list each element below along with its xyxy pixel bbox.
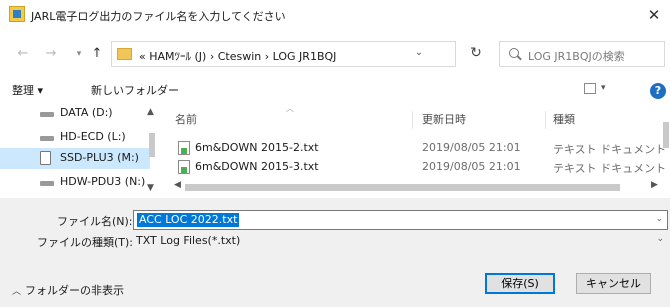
filetype-select[interactable]: TXT Log Files(*.txt) ⌄: [133, 231, 668, 251]
column-header-date[interactable]: 更新日時: [422, 111, 466, 127]
horizontal-scroll-thumb[interactable]: [185, 184, 620, 191]
view-options-icon[interactable]: [584, 83, 596, 94]
chevron-up-icon: ︿: [12, 287, 22, 297]
address-path: « HAMﾂｰﾙ (J) › Cteswin › LOG JR1BQJ: [139, 50, 337, 63]
text-file-icon: [178, 141, 190, 155]
column-divider[interactable]: [545, 111, 546, 129]
file-name: 6m&DOWN 2015-2.txt: [195, 141, 319, 154]
column-header-name[interactable]: 名前: [175, 111, 197, 127]
file-type: テキスト ドキュメント: [553, 143, 667, 156]
navigation-pane: DATA (D:) HD-ECD (L:) SSD-PLU3 (M:) HDW-…: [0, 103, 165, 198]
file-list-scroll-thumb[interactable]: [663, 122, 669, 148]
scroll-thumb[interactable]: [149, 133, 155, 157]
file-type: テキスト ドキュメント: [553, 162, 667, 175]
help-icon[interactable]: ?: [650, 83, 666, 99]
new-folder-button[interactable]: 新しいフォルダー: [91, 82, 179, 98]
filename-label: ファイル名(N):: [57, 215, 133, 228]
command-bar: 整理 ▾ 新しいフォルダー ▾ ?: [0, 77, 670, 103]
view-dropdown-icon[interactable]: ▾: [601, 83, 606, 93]
file-date: 2019/08/05 21:01: [422, 160, 521, 173]
chevron-down-icon[interactable]: ⌄: [655, 214, 663, 224]
drive-icon: [40, 136, 54, 141]
scroll-left-icon[interactable]: ◀: [174, 180, 181, 190]
navigation-scrollbar[interactable]: ▲ ▼: [145, 103, 159, 198]
drive-item-data[interactable]: DATA (D:): [0, 103, 150, 124]
search-placeholder: LOG JR1BQJの検索: [528, 50, 625, 63]
folder-icon: [117, 48, 132, 60]
column-divider[interactable]: [412, 111, 413, 129]
address-dropdown-icon[interactable]: ⌄: [412, 47, 426, 58]
title-bar: JARL電子ログ出力のファイル名を入力してください ✕: [0, 0, 670, 31]
drive-item-hdw-pdu3[interactable]: HDW-PDU3 (N:): [0, 172, 150, 193]
horizontal-scrollbar[interactable]: ◀ ▶: [165, 180, 670, 194]
hide-folders-toggle[interactable]: ︿ フォルダーの非表示: [12, 282, 124, 298]
cancel-button[interactable]: キャンセル: [576, 273, 651, 294]
text-file-icon: [178, 160, 190, 174]
back-button[interactable]: ←: [14, 45, 32, 63]
drive-item-hd-ecd[interactable]: HD-ECD (L:): [0, 127, 150, 148]
scroll-up-icon[interactable]: ▲: [147, 107, 154, 117]
filename-value: ACC LOC 2022.txt: [137, 213, 240, 227]
drive-label: HD-ECD (L:): [60, 130, 126, 143]
drive-icon: [40, 112, 54, 117]
drive-label: HDW-PDU3 (N:): [60, 175, 146, 188]
refresh-button[interactable]: ↻: [466, 45, 486, 63]
up-folder-button[interactable]: ↑: [88, 45, 106, 63]
file-date: 2019/08/05 21:01: [422, 141, 521, 154]
scroll-right-icon[interactable]: ▶: [651, 180, 658, 190]
window-title: JARL電子ログ出力のファイル名を入力してください: [31, 10, 286, 23]
file-row[interactable]: 6m&DOWN 2015-2.txt 2019/08/05 21:01 テキスト…: [175, 138, 666, 158]
scroll-down-icon[interactable]: ▼: [147, 183, 154, 193]
column-header-type[interactable]: 種類: [553, 111, 575, 127]
hide-folders-label: フォルダーの非表示: [25, 284, 125, 297]
filetype-value: TXT Log Files(*.txt): [136, 234, 241, 247]
close-button[interactable]: ✕: [644, 5, 664, 25]
drive-icon: [40, 181, 54, 186]
file-row[interactable]: 6m&DOWN 2015-3.txt 2019/08/05 21:01 テキスト…: [175, 157, 666, 177]
app-icon: [9, 6, 25, 22]
file-name: 6m&DOWN 2015-3.txt: [195, 160, 319, 173]
sort-ascending-icon: ︿: [286, 104, 294, 113]
search-icon: [509, 48, 519, 58]
address-bar[interactable]: « HAMﾂｰﾙ (J) › Cteswin › LOG JR1BQJ: [111, 41, 456, 67]
drive-item-ssd-plu3[interactable]: SSD-PLU3 (M:): [0, 148, 150, 169]
chevron-down-icon[interactable]: ⌄: [656, 234, 664, 244]
forward-button[interactable]: →: [42, 45, 60, 63]
organize-button[interactable]: 整理 ▾: [12, 82, 43, 98]
save-button[interactable]: 保存(S): [485, 273, 555, 294]
drive-label: SSD-PLU3 (M:): [60, 151, 139, 164]
recent-locations-icon[interactable]: ▾: [70, 45, 88, 63]
drive-icon: [40, 151, 51, 165]
search-input[interactable]: LOG JR1BQJの検索: [499, 41, 665, 67]
filename-input[interactable]: ACC LOC 2022.txt ⌄: [133, 210, 668, 230]
drive-label: DATA (D:): [60, 106, 113, 119]
filetype-label: ファイルの種類(T):: [37, 236, 134, 249]
save-options-panel: ファイル名(N): ACC LOC 2022.txt ⌄ ファイルの種類(T):…: [0, 198, 670, 307]
